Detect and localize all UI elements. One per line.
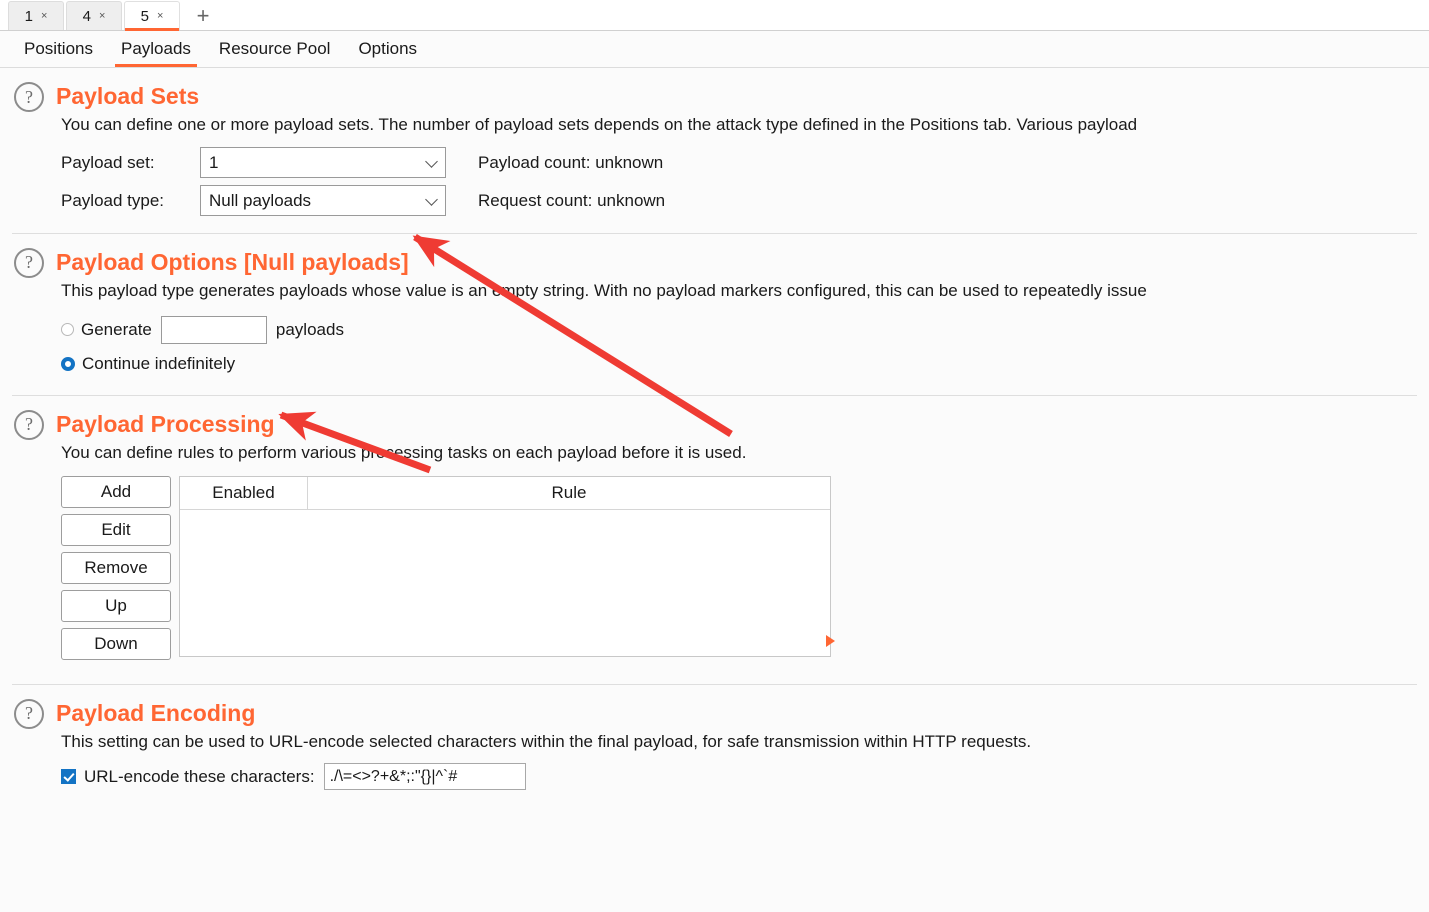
attack-tab-5[interactable]: 5 × — [124, 1, 180, 31]
chevron-down-icon — [425, 193, 438, 206]
column-header-rule: Rule — [551, 482, 587, 502]
generate-label: Generate — [81, 319, 152, 339]
help-icon[interactable]: ? — [14, 247, 44, 278]
payload-set-label: Payload set: — [61, 152, 155, 172]
payload-set-combo[interactable]: 1 — [200, 147, 446, 179]
section-description: This payload type generates payloads who… — [61, 280, 1147, 300]
payload-processing-body: Add Edit Remove Up Down Enabled Rule — [0, 465, 1429, 666]
payload-sets-fields: Payload set: 1 Payload count: unknown Pa… — [0, 137, 1429, 217]
edit-rule-button[interactable]: Edit — [61, 513, 171, 546]
move-rule-down-button[interactable]: Down — [61, 627, 171, 660]
tab-resource-pool[interactable]: Resource Pool — [205, 31, 345, 67]
payloads-panel: ? Payload Sets You can define one or mor… — [0, 68, 1429, 912]
table-header-row: Enabled Rule — [180, 476, 830, 510]
payload-sets-header: ? Payload Sets — [0, 68, 1429, 114]
url-encode-checkbox[interactable] — [61, 769, 76, 785]
section-tab-bar: Positions Payloads Resource Pool Options — [0, 31, 1429, 68]
chevron-down-icon — [425, 155, 438, 168]
tab-positions[interactable]: Positions — [10, 31, 107, 67]
rule-button-column: Add Edit Remove Up Down — [61, 475, 171, 666]
section-title: Payload Options [Null payloads] — [56, 249, 409, 276]
remove-rule-button[interactable]: Remove — [61, 551, 171, 584]
help-icon[interactable]: ? — [14, 698, 44, 729]
table-body-empty — [180, 509, 830, 656]
close-icon[interactable]: × — [41, 10, 47, 22]
section-description: This setting can be used to URL-encode s… — [61, 731, 1032, 751]
section-description: You can define rules to perform various … — [61, 442, 747, 462]
add-rule-button[interactable]: Add — [61, 475, 171, 508]
payload-count-label: Payload count: unknown — [478, 152, 664, 172]
generate-row: Generate payloads — [0, 315, 1429, 345]
attack-tab-label: 4 — [82, 7, 91, 25]
request-count-label: Request count: unknown — [478, 190, 666, 210]
url-encode-characters-input[interactable] — [323, 763, 526, 791]
section-title: Payload Sets — [56, 83, 200, 110]
payload-type-row: Payload type: Null payloads Request coun… — [61, 185, 1429, 217]
attack-tab-label: 5 — [140, 7, 149, 25]
url-encode-label: URL-encode these characters: — [84, 766, 315, 786]
payload-processing-section: ? Payload Processing You can define rule… — [0, 396, 1429, 685]
column-header-enabled: Enabled — [180, 476, 308, 509]
payload-type-combo[interactable]: Null payloads — [200, 185, 446, 217]
triangle-right-icon — [826, 634, 835, 647]
generate-count-input[interactable] — [160, 315, 267, 344]
payload-set-value: 1 — [209, 152, 219, 172]
section-description: You can define one or more payload sets.… — [61, 115, 1138, 134]
continue-indefinitely-row: Continue indefinitely — [0, 349, 1429, 379]
payload-options-header: ? Payload Options [Null payloads] — [0, 234, 1429, 280]
help-icon[interactable]: ? — [14, 82, 44, 112]
close-icon[interactable]: × — [157, 10, 163, 22]
url-encode-row: URL-encode these characters: — [0, 760, 1429, 794]
payload-processing-header: ? Payload Processing — [0, 396, 1429, 442]
generate-suffix-label: payloads — [275, 319, 344, 339]
section-title: Payload Processing — [56, 411, 275, 438]
payload-type-value: Null payloads — [209, 190, 312, 210]
tab-options[interactable]: Options — [344, 31, 431, 67]
payload-type-label: Payload type: — [61, 190, 165, 210]
payload-processing-rules-table[interactable]: Enabled Rule — [179, 475, 831, 657]
payload-options-section: ? Payload Options [Null payloads] This p… — [0, 234, 1429, 396]
attack-tab-1[interactable]: 1 × — [8, 1, 64, 30]
payload-sets-section: ? Payload Sets You can define one or mor… — [0, 68, 1429, 234]
payload-set-row: Payload set: 1 Payload count: unknown — [61, 147, 1429, 179]
attack-tab-4[interactable]: 4 × — [66, 1, 122, 30]
move-rule-up-button[interactable]: Up — [61, 589, 171, 622]
attack-tab-strip: 1 × 4 × 5 × + — [0, 0, 1429, 31]
continue-indefinitely-radio[interactable] — [61, 356, 75, 371]
generate-radio[interactable] — [61, 323, 74, 337]
close-icon[interactable]: × — [99, 10, 105, 22]
section-title: Payload Encoding — [56, 700, 256, 727]
continue-indefinitely-label: Continue indefinitely — [82, 353, 236, 373]
help-icon[interactable]: ? — [14, 409, 44, 440]
intruder-payloads-window: 1 × 4 × 5 × + Positions Payloads Resourc… — [0, 0, 1429, 912]
new-tab-icon[interactable]: + — [186, 1, 220, 30]
payload-encoding-header: ? Payload Encoding — [0, 685, 1429, 731]
tab-payloads[interactable]: Payloads — [107, 31, 205, 67]
attack-tab-label: 1 — [24, 7, 33, 25]
payload-encoding-section: ? Payload Encoding This setting can be u… — [0, 685, 1429, 794]
